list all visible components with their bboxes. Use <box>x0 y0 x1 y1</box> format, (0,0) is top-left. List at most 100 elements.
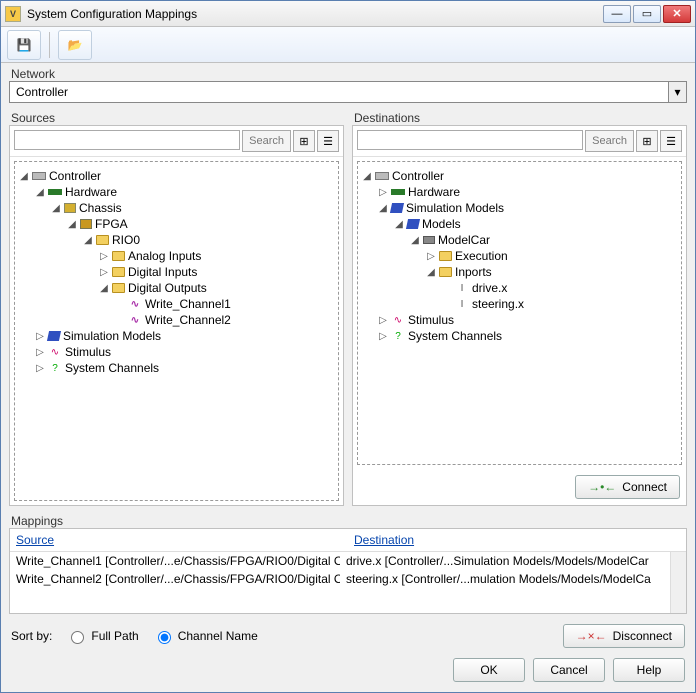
tree-item-chassis[interactable]: ◢Chassis <box>51 200 334 216</box>
mappings-col-source[interactable]: Source <box>10 529 348 551</box>
folder-icon <box>439 251 452 261</box>
list-icon: ☰ <box>666 135 676 148</box>
save-button[interactable]: 💾 <box>7 30 41 60</box>
mappings-table: Source Destination Write_Channel1 [Contr… <box>9 528 687 614</box>
save-icon: 💾 <box>17 38 32 52</box>
list-icon: ☰ <box>323 135 333 148</box>
tree-item-controller[interactable]: ◢Controller <box>362 168 677 184</box>
sources-list-view-button[interactable]: ☰ <box>317 130 339 152</box>
network-dropdown-button[interactable]: ▾ <box>668 82 686 102</box>
mappings-cell-source: Write_Channel2 [Controller/...e/Chassis/… <box>10 570 340 588</box>
tree-item-analog-inputs[interactable]: ▷Analog Inputs <box>99 248 334 264</box>
tree-item-write-channel1[interactable]: ∿Write_Channel1 <box>115 296 334 312</box>
controller-icon <box>375 172 389 180</box>
tree-item-execution[interactable]: ▷Execution <box>426 248 677 264</box>
mappings-label: Mappings <box>9 510 687 528</box>
port-icon: I <box>455 298 469 310</box>
toolbar-separator <box>49 32 50 58</box>
tree-item-simulation-models[interactable]: ◢Simulation Models <box>378 200 677 216</box>
network-combobox[interactable]: ▾ <box>9 81 687 103</box>
mappings-scrollbar[interactable] <box>670 552 686 613</box>
destinations-tree[interactable]: ◢Controller ▷Hardware ◢Simulation Models… <box>357 161 682 465</box>
app-window: V System Configuration Mappings — ▭ ✕ 💾 … <box>0 0 696 693</box>
destinations-list-view-button[interactable]: ☰ <box>660 130 682 152</box>
stimulus-icon: ∿ <box>48 346 62 358</box>
mappings-cell-destination: drive.x [Controller/...Simulation Models… <box>340 552 670 570</box>
tree-item-hardware[interactable]: ▷Hardware <box>378 184 677 200</box>
folder-icon <box>96 235 109 245</box>
tree-item-steering-x[interactable]: Isteering.x <box>442 296 677 312</box>
tree-item-modelcar[interactable]: ◢ModelCar <box>410 232 677 248</box>
maximize-button[interactable]: ▭ <box>633 5 661 23</box>
stimulus-icon: ∿ <box>391 314 405 326</box>
tree-item-digital-inputs[interactable]: ▷Digital Inputs <box>99 264 334 280</box>
sort-channel-name-radio[interactable]: Channel Name <box>153 628 258 644</box>
tree-item-stimulus[interactable]: ▷∿Stimulus <box>35 344 334 360</box>
model-icon <box>423 236 435 244</box>
open-button[interactable]: 📂 <box>58 30 92 60</box>
network-label: Network <box>9 63 687 81</box>
models-icon <box>390 203 404 213</box>
folder-icon <box>112 267 125 277</box>
destinations-search-button[interactable]: Search <box>585 130 634 152</box>
destinations-search-input[interactable] <box>357 130 583 150</box>
question-icon: ? <box>391 330 405 342</box>
sources-tree-view-button[interactable]: ⊞ <box>293 130 315 152</box>
toolbar: 💾 📂 <box>1 27 695 63</box>
tree-item-rio0[interactable]: ◢RIO0 <box>83 232 334 248</box>
hardware-icon <box>48 189 62 195</box>
disconnect-icon: →×← <box>576 629 607 643</box>
tree-item-fpga[interactable]: ◢FPGA <box>67 216 334 232</box>
tree-item-hardware[interactable]: ◢Hardware <box>35 184 334 200</box>
tree-item-system-channels[interactable]: ▷?System Channels <box>35 360 334 376</box>
signal-icon: ∿ <box>128 314 142 326</box>
folder-icon <box>439 267 452 277</box>
tree-item-stimulus[interactable]: ▷∿Stimulus <box>378 312 677 328</box>
titlebar: V System Configuration Mappings — ▭ ✕ <box>1 1 695 27</box>
mappings-row[interactable]: Write_Channel2 [Controller/...e/Chassis/… <box>10 570 670 588</box>
ok-button[interactable]: OK <box>453 658 525 682</box>
window-title: System Configuration Mappings <box>27 7 603 21</box>
fpga-icon <box>80 219 92 229</box>
tree-item-models[interactable]: ◢Models <box>394 216 677 232</box>
mappings-cell-destination: steering.x [Controller/...mulation Model… <box>340 570 670 588</box>
folder-icon <box>112 251 125 261</box>
sources-tree[interactable]: ◢Controller ◢Hardware ◢Chassis ◢FPGA ◢RI… <box>14 161 339 501</box>
sources-label: Sources <box>9 107 344 125</box>
cancel-button[interactable]: Cancel <box>533 658 605 682</box>
app-icon: V <box>5 6 21 22</box>
sources-search-input[interactable] <box>14 130 240 150</box>
open-folder-icon: 📂 <box>68 38 83 52</box>
tree-item-controller[interactable]: ◢Controller <box>19 168 334 184</box>
sort-channel-name-input[interactable] <box>158 631 171 644</box>
tree-item-drive-x[interactable]: Idrive.x <box>442 280 677 296</box>
close-button[interactable]: ✕ <box>663 5 691 23</box>
disconnect-button[interactable]: →×← Disconnect <box>563 624 685 648</box>
destinations-tree-view-button[interactable]: ⊞ <box>636 130 658 152</box>
sort-full-path-input[interactable] <box>71 631 84 644</box>
destinations-panel: Search ⊞ ☰ ◢Controller ▷Hardware ◢Simula… <box>352 125 687 506</box>
folder-icon <box>112 283 125 293</box>
tree-item-simulation-models[interactable]: ▷Simulation Models <box>35 328 334 344</box>
tree-item-system-channels[interactable]: ▷?System Channels <box>378 328 677 344</box>
tree-icon: ⊞ <box>642 135 651 148</box>
sort-full-path-radio[interactable]: Full Path <box>66 628 138 644</box>
mappings-row[interactable]: Write_Channel1 [Controller/...e/Chassis/… <box>10 552 670 570</box>
help-button[interactable]: Help <box>613 658 685 682</box>
sources-panel: Search ⊞ ☰ ◢Controller ◢Hardware ◢Chassi… <box>9 125 344 506</box>
chassis-icon <box>64 203 76 213</box>
tree-item-inports[interactable]: ◢Inports <box>426 264 677 280</box>
connect-button[interactable]: →•← Connect <box>575 475 680 499</box>
signal-icon: ∿ <box>128 298 142 310</box>
tree-item-write-channel2[interactable]: ∿Write_Channel2 <box>115 312 334 328</box>
network-input[interactable] <box>10 82 668 102</box>
mappings-col-destination[interactable]: Destination <box>348 529 686 551</box>
sort-by-label: Sort by: <box>11 629 52 643</box>
tree-item-digital-outputs[interactable]: ◢Digital Outputs <box>99 280 334 296</box>
hardware-icon <box>391 189 405 195</box>
models-icon <box>47 331 61 341</box>
minimize-button[interactable]: — <box>603 5 631 23</box>
mappings-cell-source: Write_Channel1 [Controller/...e/Chassis/… <box>10 552 340 570</box>
sources-search-button[interactable]: Search <box>242 130 291 152</box>
question-icon: ? <box>48 362 62 374</box>
